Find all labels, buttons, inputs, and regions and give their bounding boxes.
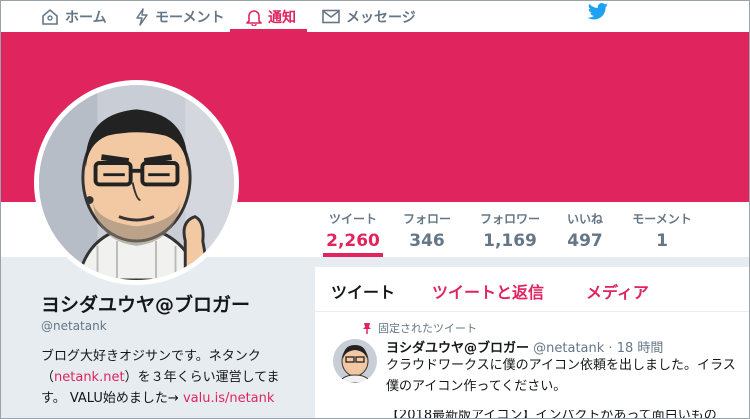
stat-label: フォロワー [479, 212, 540, 226]
bell-icon [246, 9, 262, 26]
nav-notifications-label: 通知 [268, 9, 296, 26]
lightning-icon [136, 7, 148, 26]
bio-line: す。 VALU始めました→ valu.is/netank [41, 388, 311, 409]
nav-moments-label: モーメント [155, 9, 225, 26]
tab-tweets[interactable]: ツイート [331, 279, 395, 303]
tab-tweets-and-replies[interactable]: ツイートと返信 [432, 279, 544, 303]
stat-value: 1,169 [483, 231, 537, 251]
profile-avatar[interactable] [34, 80, 239, 285]
nav-notifications[interactable]: 通知 [246, 1, 296, 32]
stat-label: フォロー [402, 212, 451, 226]
twitter-profile-page: ホーム モーメント 通知 メッセージ ツイート 2,260 フォロー 346 フ… [0, 0, 750, 419]
profile-name[interactable]: ヨシダユウヤ@ブロガー [41, 290, 250, 317]
nav-home-label: ホーム [65, 9, 107, 26]
tweet-avatar[interactable] [333, 339, 377, 383]
stat-value: 497 [567, 231, 603, 251]
envelope-icon [322, 9, 340, 24]
tweet-header: ヨシダユウヤ@ブロガー @netatank · 18 時間 [386, 337, 663, 356]
tweet-body-cutoff: 【2018最新版アイコン】インパクトがあって面白いもの [386, 410, 746, 419]
tweet-line: 【2018最新版アイコン】インパクトがあって面白いもの [386, 410, 717, 419]
pinned-text: 固定されたツイート [378, 322, 477, 335]
stat-moments[interactable]: モーメント 1 [627, 210, 697, 251]
stat-likes[interactable]: いいね 497 [561, 210, 609, 251]
tweet-timestamp[interactable]: 18 時間 [617, 341, 664, 356]
profile-bio: ブログ大好きオジサンです。ネタンク （netank.net）を３年くらい運営して… [41, 346, 311, 409]
avatar-illustration [333, 339, 377, 383]
tab-media[interactable]: メディア [586, 279, 649, 303]
stat-label: いいね [566, 212, 603, 226]
twitter-bird-icon[interactable] [587, 2, 609, 26]
stat-label: モーメント [632, 212, 692, 226]
tweet-line: クラウドワークスに僕のアイコン依頼を出しました。イラス [386, 358, 736, 373]
bio-link-netank[interactable]: netank.net [54, 370, 125, 385]
stat-tweets[interactable]: ツイート 2,260 [323, 210, 383, 251]
bio-text: す。 VALU始めました→ [41, 391, 183, 406]
pin-icon [363, 323, 371, 334]
avatar-illustration [39, 85, 234, 280]
home-icon [42, 8, 58, 25]
top-nav: ホーム モーメント 通知 メッセージ [1, 1, 749, 32]
nav-messages[interactable]: メッセージ [322, 1, 416, 32]
stat-followers[interactable]: フォロワー 1,169 [474, 210, 546, 251]
tweet-body: クラウドワークスに僕のアイコン依頼を出しました。イラス 僕のアイコン作ってくださ… [386, 355, 736, 397]
stat-value: 1 [656, 231, 668, 251]
pinned-tweet-label: 固定されたツイート [362, 320, 477, 336]
nav-home[interactable]: ホーム [41, 1, 107, 32]
stat-value: 346 [409, 231, 445, 251]
bio-line: ブログ大好きオジサンです。ネタンク [41, 349, 261, 364]
nav-moments[interactable]: モーメント [135, 1, 224, 32]
bio-text: （ [41, 370, 55, 385]
timeline-tabs: ツイート ツイートと返信 メディア [315, 267, 749, 312]
stat-label: ツイート [328, 212, 377, 226]
tweet-author-handle[interactable]: @netatank [533, 341, 604, 356]
bio-link-valu[interactable]: valu.is/netank [183, 391, 274, 406]
stat-active-indicator [323, 253, 383, 257]
tweet-timeline: ツイート ツイートと返信 メディア 固定されたツイート ヨシダユウヤ@ブロガー … [315, 267, 749, 419]
profile-handle[interactable]: @netatank [41, 319, 107, 333]
tweet-line: 僕のアイコン作ってください。 [386, 379, 567, 394]
bio-text: ）を３年くらい運営してま [124, 370, 280, 385]
stat-value: 2,260 [326, 231, 380, 251]
bio-line: （netank.net）を３年くらい運営してま [41, 367, 311, 388]
tweet-author-name[interactable]: ヨシダユウヤ@ブロガー [386, 341, 529, 356]
nav-messages-label: メッセージ [346, 9, 416, 26]
tweet-separator: · [604, 341, 617, 356]
stat-following[interactable]: フォロー 346 [398, 210, 456, 251]
